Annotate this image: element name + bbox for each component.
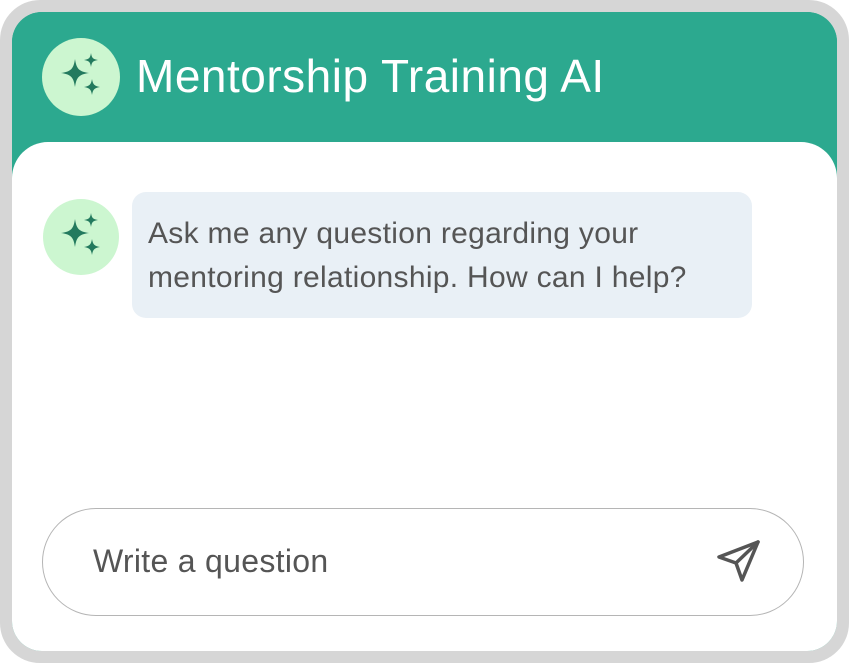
chat-body: Ask me any question regarding your mento… (12, 142, 837, 651)
bot-message-bubble: Ask me any question regarding your mento… (132, 192, 752, 318)
chat-widget: Mentorship Training AI Ask me any questi… (12, 12, 837, 651)
widget-frame: Mentorship Training AI Ask me any questi… (0, 0, 849, 663)
header-avatar (42, 38, 120, 116)
send-icon (717, 540, 760, 582)
send-button[interactable] (707, 529, 771, 593)
question-input[interactable] (93, 509, 693, 613)
sparkles-icon (61, 213, 100, 255)
sparkles-icon (61, 53, 100, 95)
chat-title: Mentorship Training AI (136, 50, 605, 102)
chat-header: Mentorship Training AI (12, 12, 837, 152)
bot-avatar (43, 199, 119, 275)
message-composer (42, 508, 804, 616)
